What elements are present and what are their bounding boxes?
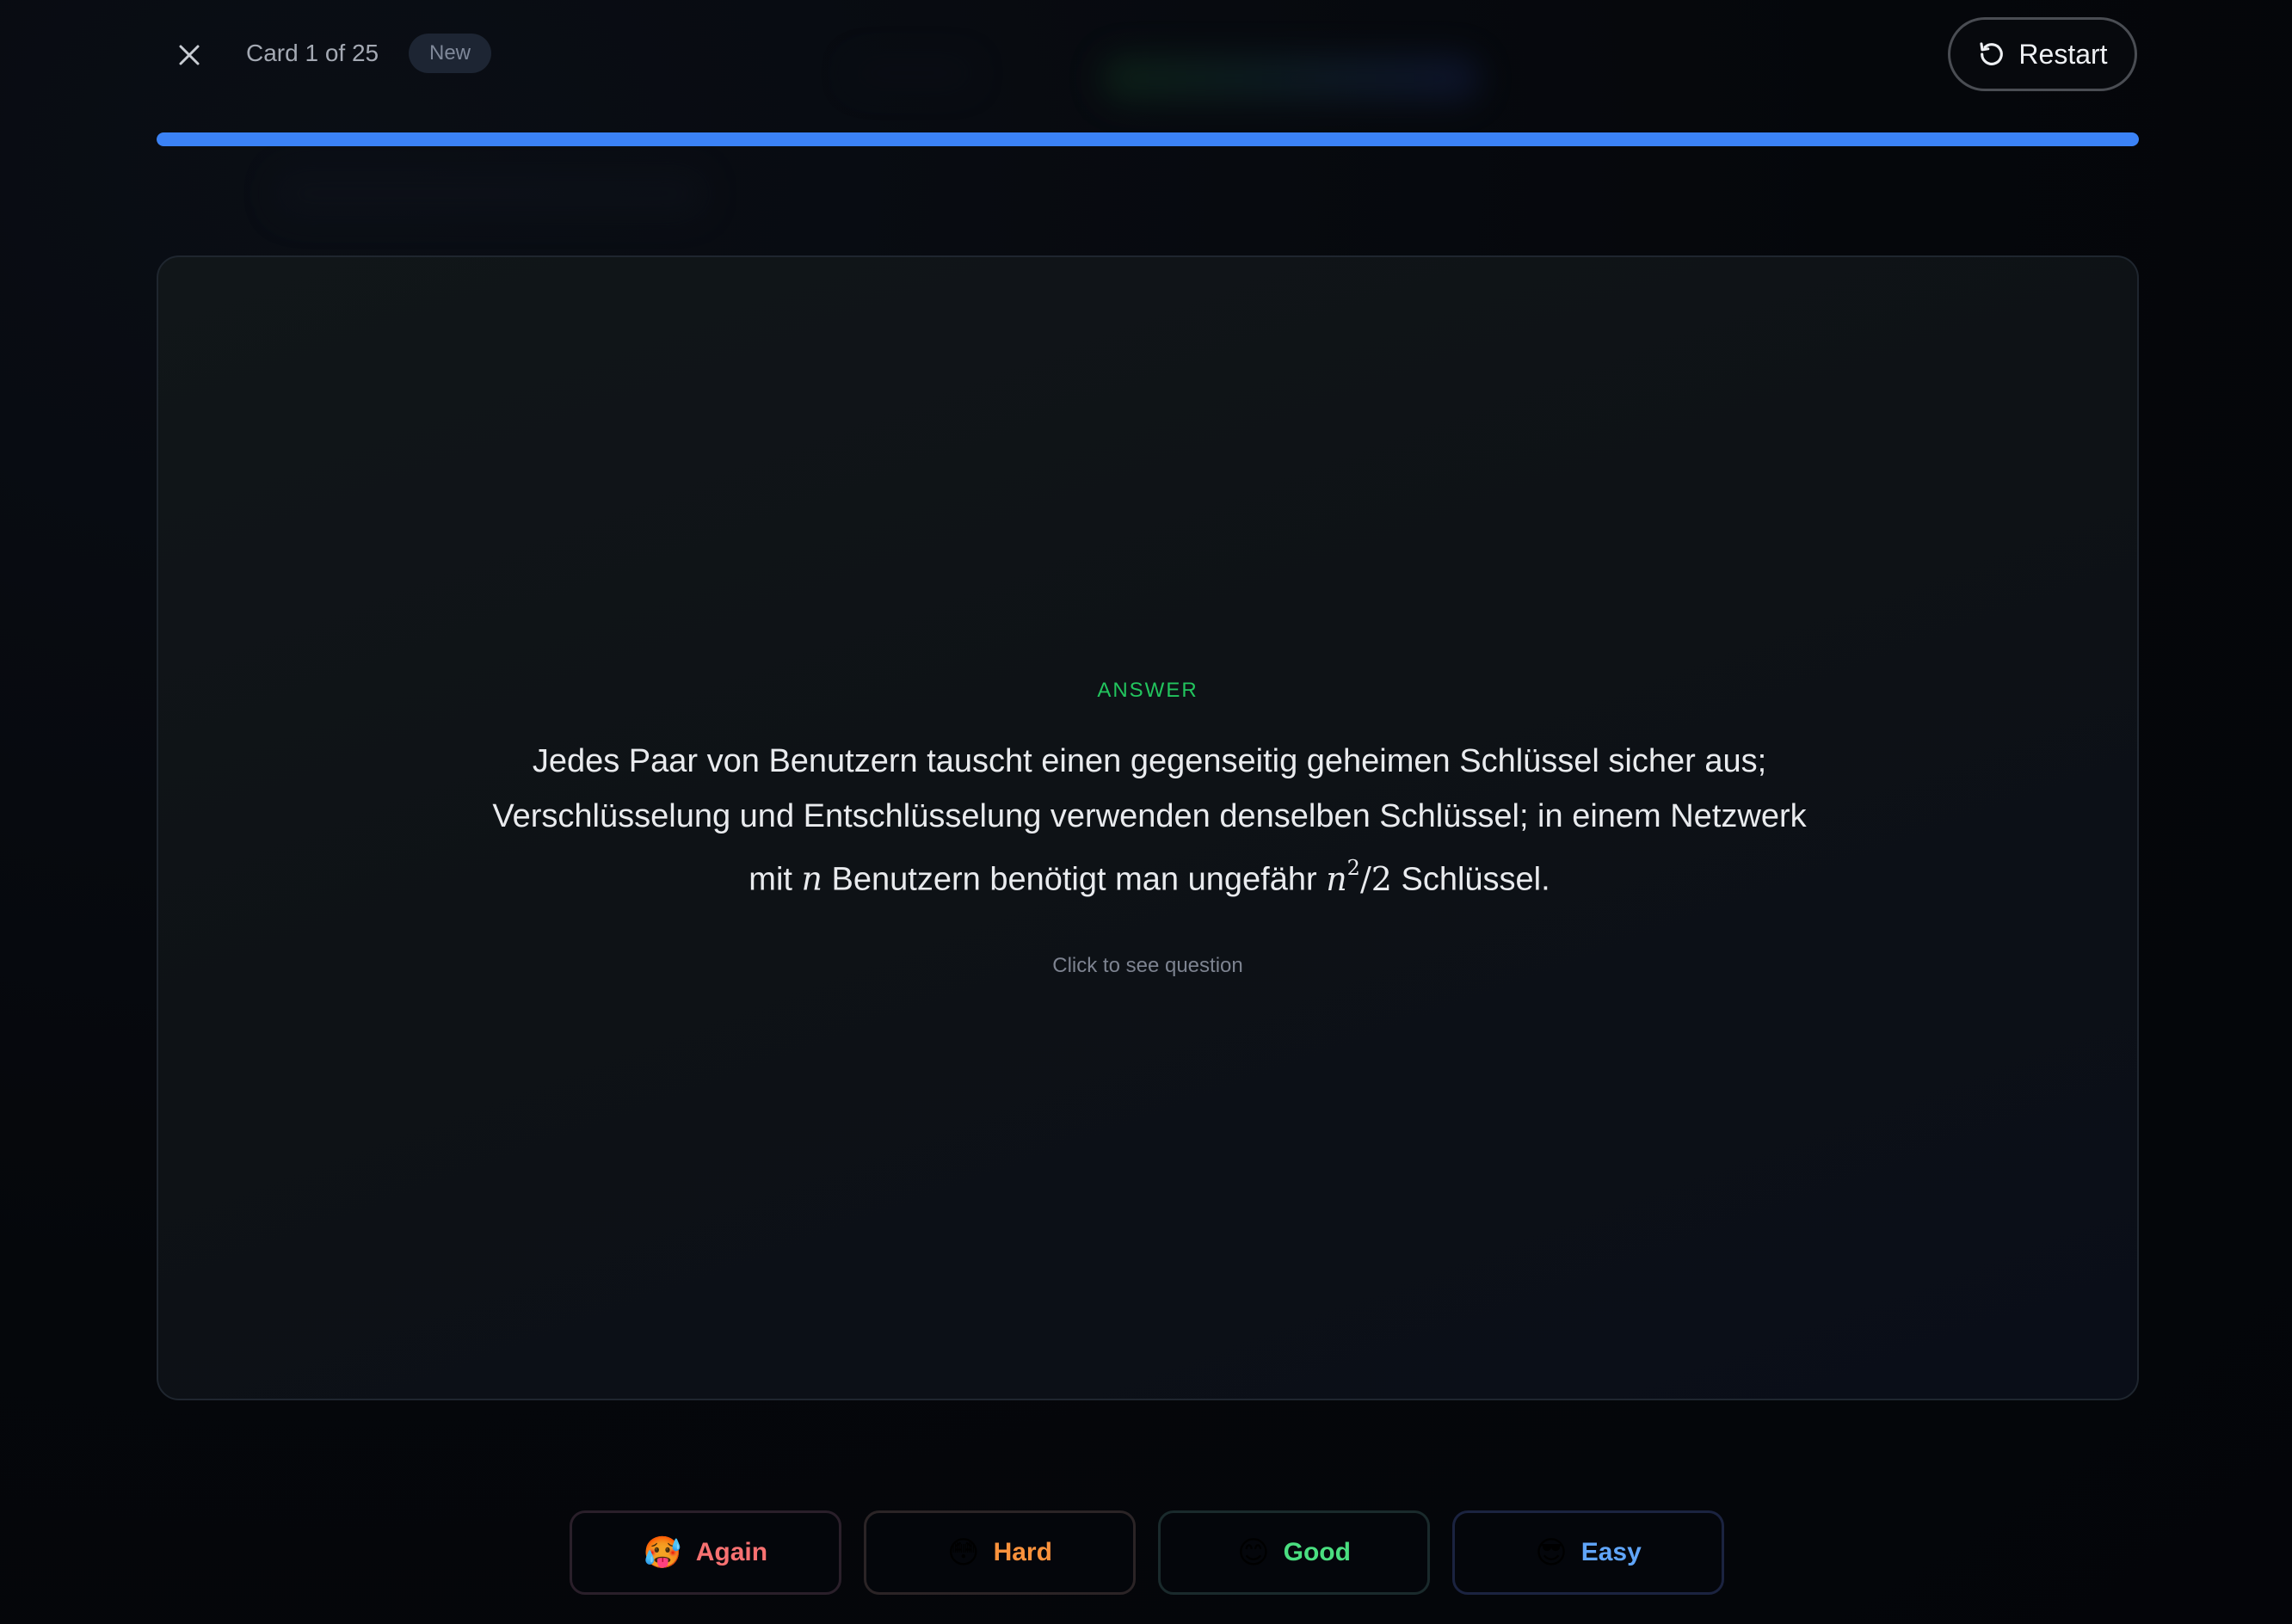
close-icon [179,45,200,65]
progress-bar [157,132,2139,146]
answer-text-part: Benutzern benötigt man ungefähr [823,861,1327,898]
progress-fill [157,132,2139,146]
background-blur [1101,55,1480,102]
easy-label: Easy [1580,1538,1642,1566]
math-divisor: /2 [1359,859,1392,898]
again-label: Again [695,1538,768,1566]
card-side-label: ANSWER [1097,679,1198,702]
study-session-page: Card 1 of 25 New Restart ANSWER Jedes Pa… [0,0,2292,1624]
good-label: Good [1283,1538,1351,1566]
status-badge: New [409,34,492,73]
flash-card[interactable]: ANSWER Jedes Paar von Benutzern tauscht … [157,255,2139,1400]
math-expression: n2/2 [1326,856,1392,898]
answer-text: Jedes Paar von Benutzern tauscht einen g… [468,734,1831,907]
flushed-face-icon: 😳 [947,1535,980,1571]
easy-button[interactable]: 😎 Easy [1452,1510,1724,1595]
hot-face-icon: 🥵 [643,1535,682,1571]
close-button[interactable] [167,33,212,77]
math-variable: n [801,859,823,898]
again-button[interactable]: 🥵 Again [570,1510,841,1595]
math-base: n [1326,859,1347,898]
rating-bar: 🥵 Again 😳 Hard 😊 Good 😎 Easy [570,1510,1724,1595]
good-button[interactable]: 😊 Good [1158,1510,1430,1595]
restart-label: Restart [2018,38,2108,70]
flip-hint: Click to see question [1052,954,1243,977]
math-exponent: 2 [1346,856,1360,880]
answer-text-part: Schlüssel. [1391,861,1550,898]
hard-button[interactable]: 😳 Hard [864,1510,1136,1595]
background-blur [852,60,972,86]
card-counter: Card 1 of 25 [246,40,379,66]
hard-label: Hard [993,1538,1052,1566]
sunglasses-face-icon: 😎 [1535,1535,1568,1571]
smiling-face-icon: 😊 [1237,1535,1270,1571]
restart-button[interactable]: Restart [1948,17,2137,91]
restart-icon [1980,42,2004,65]
background-blur [275,172,705,215]
